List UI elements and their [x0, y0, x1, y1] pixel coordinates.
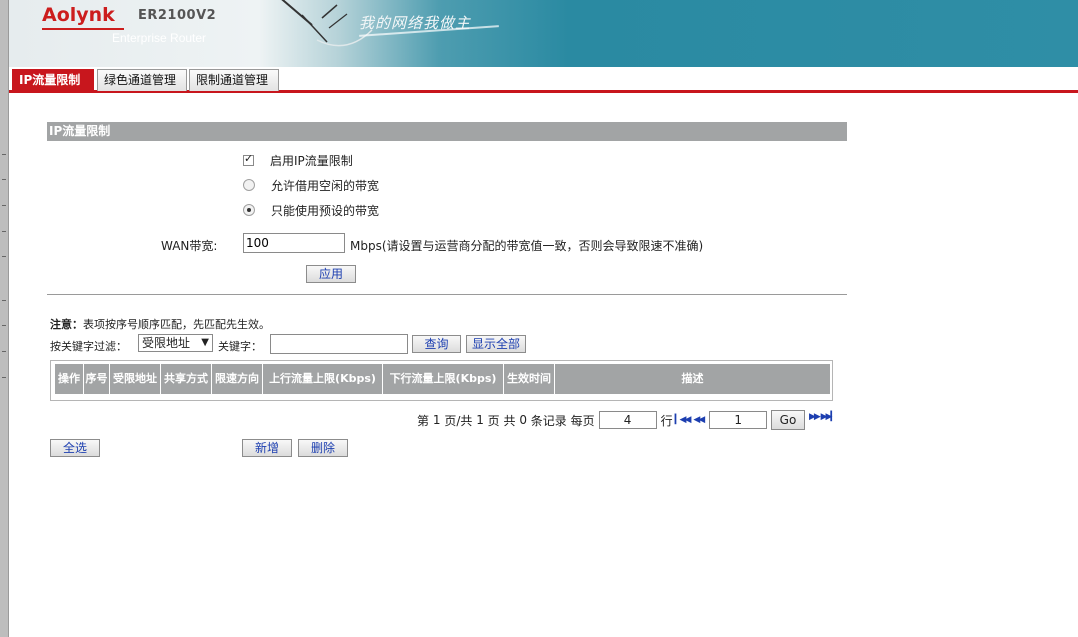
pager-total-pages: 1 — [476, 413, 484, 427]
frame-tick — [2, 377, 6, 378]
table-header: 操作 序号 受限地址 共享方式 限速方向 上行流量上限(Kbps) 下行流量上限… — [55, 364, 830, 394]
first-page-icon[interactable]: ▎◀◀ — [675, 415, 692, 425]
col-action: 操作 — [55, 364, 84, 394]
pager-current: 1 — [432, 413, 441, 427]
section-title: IP流量限制 — [47, 122, 847, 141]
enable-label: 启用IP流量限制 — [270, 153, 353, 168]
col-effective-time: 生效时间 — [504, 364, 555, 394]
filter-select-value: 受限地址 — [142, 336, 191, 350]
frame-tick — [2, 154, 6, 155]
divider — [47, 294, 847, 295]
dropdown-arrow-icon: ▼ — [201, 337, 209, 348]
pager-text: 条记录 每页 — [530, 413, 595, 428]
query-button[interactable]: 查询 — [412, 335, 461, 353]
show-all-button[interactable]: 显示全部 — [466, 335, 526, 353]
preset-radio[interactable] — [243, 204, 255, 216]
frame-tick — [2, 325, 6, 326]
preset-option: 只能使用预设的带宽 — [243, 202, 379, 218]
frame-tick — [2, 231, 6, 232]
left-frame-border — [0, 0, 9, 637]
rows-label: 行 — [660, 413, 673, 428]
frame-tick — [2, 179, 6, 180]
pagination: 第 1 页/共 1 页 共 0 条记录 每页 4 行 ▎◀◀ ◀◀ 1 — [417, 410, 771, 430]
add-button[interactable]: 新增 — [242, 439, 292, 457]
notice: 注意：表项按序号顺序匹配，先匹配先生效。 — [50, 316, 270, 332]
tab-bar: IP流量限制 绿色通道管理 限制通道管理 — [9, 67, 1078, 93]
keyword-input[interactable] — [270, 334, 408, 354]
col-restricted-address: 受限地址 — [110, 364, 161, 394]
model-subtitle: Enterprise Router — [112, 31, 207, 45]
model-name: ER2100V2 — [138, 8, 217, 23]
last-page-icon[interactable]: ▶▶▎ — [821, 412, 838, 422]
rows-per-page-input[interactable]: 4 — [598, 411, 657, 429]
tab-green-channel[interactable]: 绿色通道管理 — [97, 69, 187, 91]
keyword-label: 关键字： — [218, 340, 262, 353]
filter-select[interactable]: 受限地址 ▼ — [138, 334, 213, 352]
borrow-radio[interactable] — [243, 179, 255, 191]
pager-text: 页/共 — [444, 413, 473, 428]
pager-text: 第 — [417, 413, 430, 428]
brand-underline — [42, 28, 124, 30]
wan-bandwidth-input[interactable] — [243, 233, 345, 253]
brand-logo: Aolynk — [42, 4, 115, 26]
enable-option: 启用IP流量限制 — [243, 152, 353, 168]
next-last-nav: ▶▶ ▶▶▎ — [809, 412, 838, 422]
next-page-icon[interactable]: ▶▶ — [809, 412, 821, 422]
col-limit-direction: 限速方向 — [212, 364, 263, 394]
pager-records: 0 — [519, 413, 527, 427]
frame-tick — [2, 351, 6, 352]
borrow-label: 允许借用空闲的带宽 — [271, 178, 380, 193]
frame-tick — [2, 256, 6, 257]
tab-ip-rate-limit[interactable]: IP流量限制 — [12, 69, 94, 91]
col-index: 序号 — [84, 364, 110, 394]
col-downstream-limit: 下行流量上限(Kbps) — [383, 364, 504, 394]
notice-text: 表项按序号顺序匹配，先匹配先生效。 — [83, 318, 270, 331]
wan-bandwidth-label: WAN带宽: — [161, 239, 218, 253]
notice-prefix: 注意： — [50, 318, 83, 331]
wan-bandwidth-note: Mbps(请设置与运营商分配的带宽值一致，否则会导致限速不准确) — [350, 239, 704, 253]
apply-button[interactable]: 应用 — [306, 265, 356, 283]
go-button[interactable]: Go — [771, 410, 805, 430]
rules-table: 操作 序号 受限地址 共享方式 限速方向 上行流量上限(Kbps) 下行流量上限… — [50, 360, 833, 401]
select-all-button[interactable]: 全选 — [50, 439, 100, 457]
header-banner: Aolynk ER2100V2 Enterprise Router 我的网络我做… — [9, 0, 1078, 67]
borrow-option: 允许借用空闲的带宽 — [243, 177, 379, 193]
col-upstream-limit: 上行流量上限(Kbps) — [263, 364, 383, 394]
goto-page-input[interactable]: 1 — [709, 411, 768, 429]
prev-page-icon[interactable]: ◀◀ — [693, 415, 705, 425]
col-share-mode: 共享方式 — [161, 364, 212, 394]
pager-text: 页 共 — [487, 413, 516, 428]
tab-restricted-channel[interactable]: 限制通道管理 — [189, 69, 279, 91]
preset-label: 只能使用预设的带宽 — [271, 203, 380, 218]
enable-checkbox[interactable] — [243, 152, 254, 166]
frame-tick — [2, 300, 6, 301]
frame-tick — [2, 205, 6, 206]
col-description: 描述 — [681, 372, 704, 385]
filter-label: 按关键字过滤： — [50, 340, 127, 353]
delete-button[interactable]: 删除 — [298, 439, 348, 457]
